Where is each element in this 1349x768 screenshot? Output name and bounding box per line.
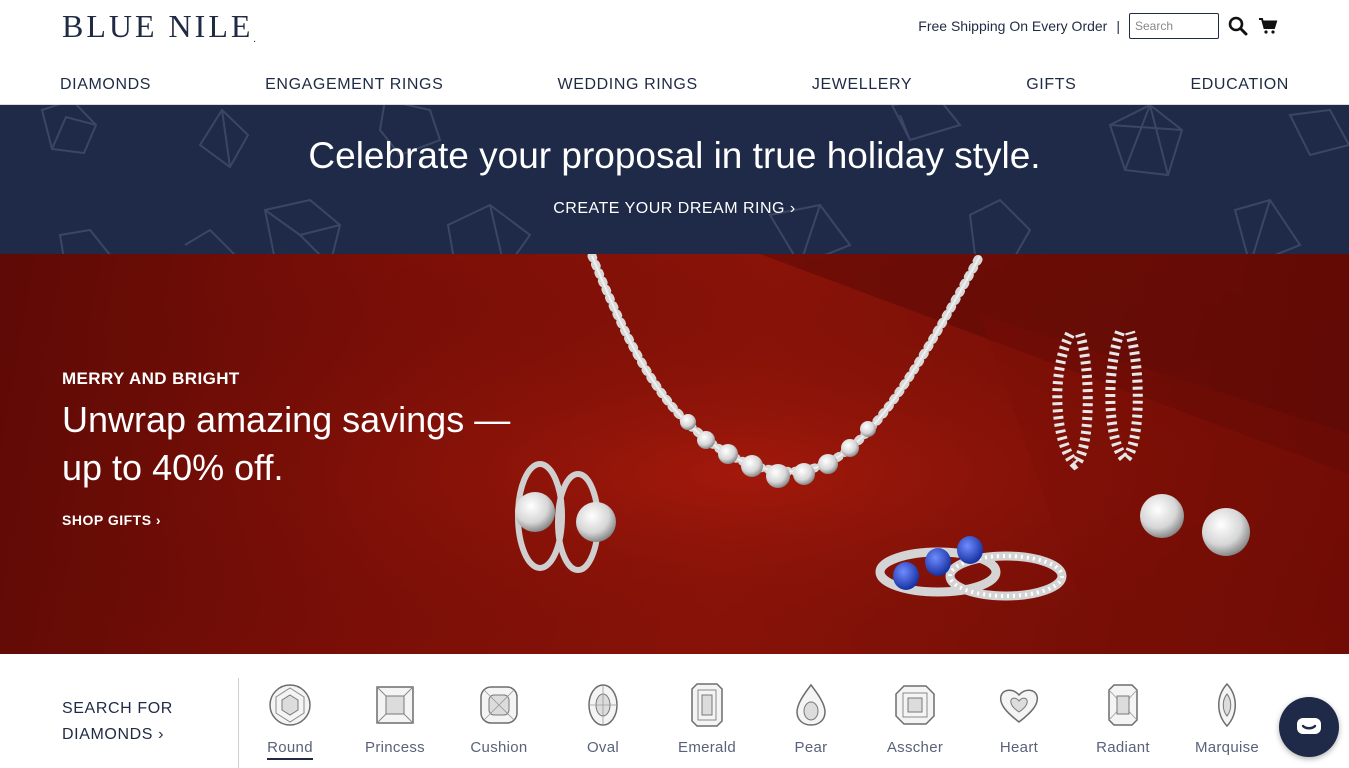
diamond-shape-search: SEARCH FOR DIAMONDS › Round Princess Cus…	[0, 654, 1349, 768]
pear-diamond-icon	[796, 683, 826, 726]
search-label-line2: DIAMONDS ›	[62, 726, 164, 743]
gem-pattern-decoration	[40, 105, 1349, 254]
heart-diamond-icon	[999, 689, 1039, 723]
utility-separator: |	[1116, 18, 1120, 34]
hero-banner[interactable]: MERRY AND BRIGHT Unwrap amazing savings …	[0, 254, 1349, 654]
brand-logo-text: BLUE NILE	[62, 8, 254, 44]
shape-label: Asscher	[886, 739, 944, 756]
oval-diamond-icon	[588, 684, 618, 726]
shape-marquise[interactable]: Marquise	[1187, 682, 1267, 758]
princess-diamond-icon	[376, 686, 414, 724]
chat-button[interactable]	[1279, 697, 1339, 757]
shape-label: Emerald	[678, 739, 736, 756]
shape-round[interactable]: Round	[250, 682, 330, 760]
shape-label: Pear	[794, 739, 828, 756]
hero-kicker: MERRY AND BRIGHT	[62, 369, 240, 388]
chat-icon	[1297, 718, 1321, 734]
shape-label: Heart	[999, 739, 1039, 756]
shape-radiant[interactable]: Radiant	[1083, 682, 1163, 758]
search-label-line1: SEARCH FOR	[62, 700, 173, 717]
site-header: BLUE NILE. Free Shipping On Every Order …	[0, 0, 1349, 105]
brand-logo-mark: .	[253, 34, 256, 45]
emerald-diamond-icon	[691, 683, 723, 727]
nav-jewellery[interactable]: JEWELLERY	[812, 76, 912, 94]
free-shipping-text: Free Shipping On Every Order	[918, 18, 1108, 34]
shapes-divider	[238, 678, 239, 768]
promo-title: Celebrate your proposal in true holiday …	[308, 135, 1041, 176]
cushion-diamond-icon	[480, 686, 518, 724]
shape-label: Cushion	[470, 739, 528, 756]
nav-engagement-rings[interactable]: ENGAGEMENT RINGS	[265, 76, 443, 94]
nav-gifts[interactable]: GIFTS	[1026, 76, 1076, 94]
brand-logo[interactable]: BLUE NILE.	[62, 8, 256, 45]
shape-label: Oval	[586, 739, 620, 756]
nav-education[interactable]: EDUCATION	[1191, 76, 1289, 94]
search-for-diamonds-link[interactable]: SEARCH FOR DIAMONDS ›	[62, 696, 173, 748]
search-input[interactable]	[1129, 13, 1219, 39]
search-icon[interactable]	[1227, 15, 1249, 37]
hero-headline: Unwrap amazing savings — up to 40% off.	[62, 399, 511, 488]
shape-pear[interactable]: Pear	[771, 682, 851, 758]
cart-icon[interactable]	[1257, 15, 1279, 37]
shape-label: Marquise	[1194, 739, 1260, 756]
shape-label: Princess	[365, 739, 425, 756]
shape-princess[interactable]: Princess	[355, 682, 435, 758]
promo-banner[interactable]: Celebrate your proposal in true holiday …	[0, 105, 1349, 254]
create-dream-ring-link[interactable]: CREATE YOUR DREAM RING ›	[0, 200, 1349, 218]
nav-diamonds[interactable]: DIAMONDS	[60, 76, 151, 94]
shape-label: Round	[267, 739, 313, 760]
shape-asscher[interactable]: Asscher	[875, 682, 955, 758]
shape-oval[interactable]: Oval	[563, 682, 643, 758]
shape-heart[interactable]: Heart	[979, 682, 1059, 758]
shape-cushion[interactable]: Cushion	[459, 682, 539, 758]
round-diamond-icon	[269, 684, 311, 726]
asscher-diamond-icon	[895, 685, 935, 725]
utility-bar: Free Shipping On Every Order |	[918, 12, 1279, 40]
shop-gifts-link[interactable]: SHOP GIFTS ›	[62, 512, 161, 528]
radiant-diamond-icon	[1108, 684, 1138, 726]
shape-label: Radiant	[1096, 739, 1150, 756]
marquise-diamond-icon	[1218, 682, 1236, 728]
main-nav: DIAMONDS ENGAGEMENT RINGS WEDDING RINGS …	[60, 76, 1289, 94]
shape-emerald[interactable]: Emerald	[667, 682, 747, 758]
nav-wedding-rings[interactable]: WEDDING RINGS	[558, 76, 698, 94]
